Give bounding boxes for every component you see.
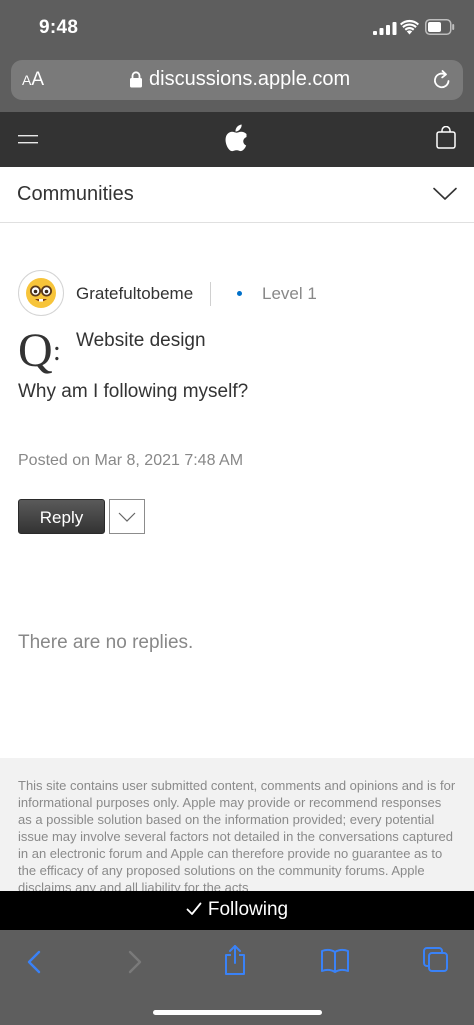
global-nav <box>0 112 474 167</box>
bookmarks-icon[interactable] <box>320 948 350 974</box>
status-time: 9:48 <box>39 17 79 38</box>
forward-icon[interactable] <box>125 947 145 977</box>
tabs-icon[interactable] <box>422 946 450 974</box>
address-bar[interactable]: AA discussions.apple.com <box>11 60 463 100</box>
divider <box>210 282 211 306</box>
question-marker-colon: : <box>53 336 61 367</box>
url-text[interactable]: discussions.apple.com <box>149 68 350 91</box>
reply-button[interactable]: Reply <box>18 499 105 534</box>
back-icon[interactable] <box>24 947 44 977</box>
question-marker: Q <box>18 324 53 377</box>
apple-logo-icon[interactable] <box>225 124 249 152</box>
status-bar: 9:48 <box>0 0 474 56</box>
level-dot <box>237 291 242 296</box>
question-title: Website design <box>76 330 206 351</box>
author-username[interactable]: Gratefultobeme <box>76 284 193 304</box>
user-level: Level 1 <box>262 284 317 303</box>
check-icon <box>186 902 202 915</box>
reload-icon[interactable] <box>432 70 452 90</box>
home-indicator[interactable] <box>153 1010 322 1015</box>
nerd-face-emoji-icon <box>26 278 56 308</box>
share-icon[interactable] <box>222 944 248 976</box>
communities-label: Communities <box>17 183 134 205</box>
menu-icon[interactable] <box>18 132 38 146</box>
signal-icon <box>373 22 397 35</box>
lock-icon <box>130 71 142 88</box>
battery-icon <box>425 19 455 35</box>
chevron-down-icon <box>118 512 136 522</box>
following-button[interactable]: Following <box>0 891 474 930</box>
no-replies-message: There are no replies. <box>18 632 194 653</box>
disclaimer-section: This site contains user submitted conten… <box>0 758 474 892</box>
reply-options-button[interactable] <box>109 499 145 534</box>
address-bar-area: AA discussions.apple.com <box>0 56 474 112</box>
avatar[interactable] <box>18 270 64 316</box>
communities-dropdown[interactable]: Communities <box>0 167 474 223</box>
text-size-button[interactable]: AA <box>22 69 44 91</box>
chevron-down-icon <box>433 187 457 200</box>
posted-date: Posted on Mar 8, 2021 7:48 AM <box>18 452 244 469</box>
following-label: Following <box>207 899 289 920</box>
question-body: Why am I following myself? <box>18 381 249 402</box>
bag-icon[interactable] <box>436 126 456 149</box>
wifi-icon <box>400 19 419 35</box>
disclaimer-text: This site contains user submitted conten… <box>18 778 456 892</box>
